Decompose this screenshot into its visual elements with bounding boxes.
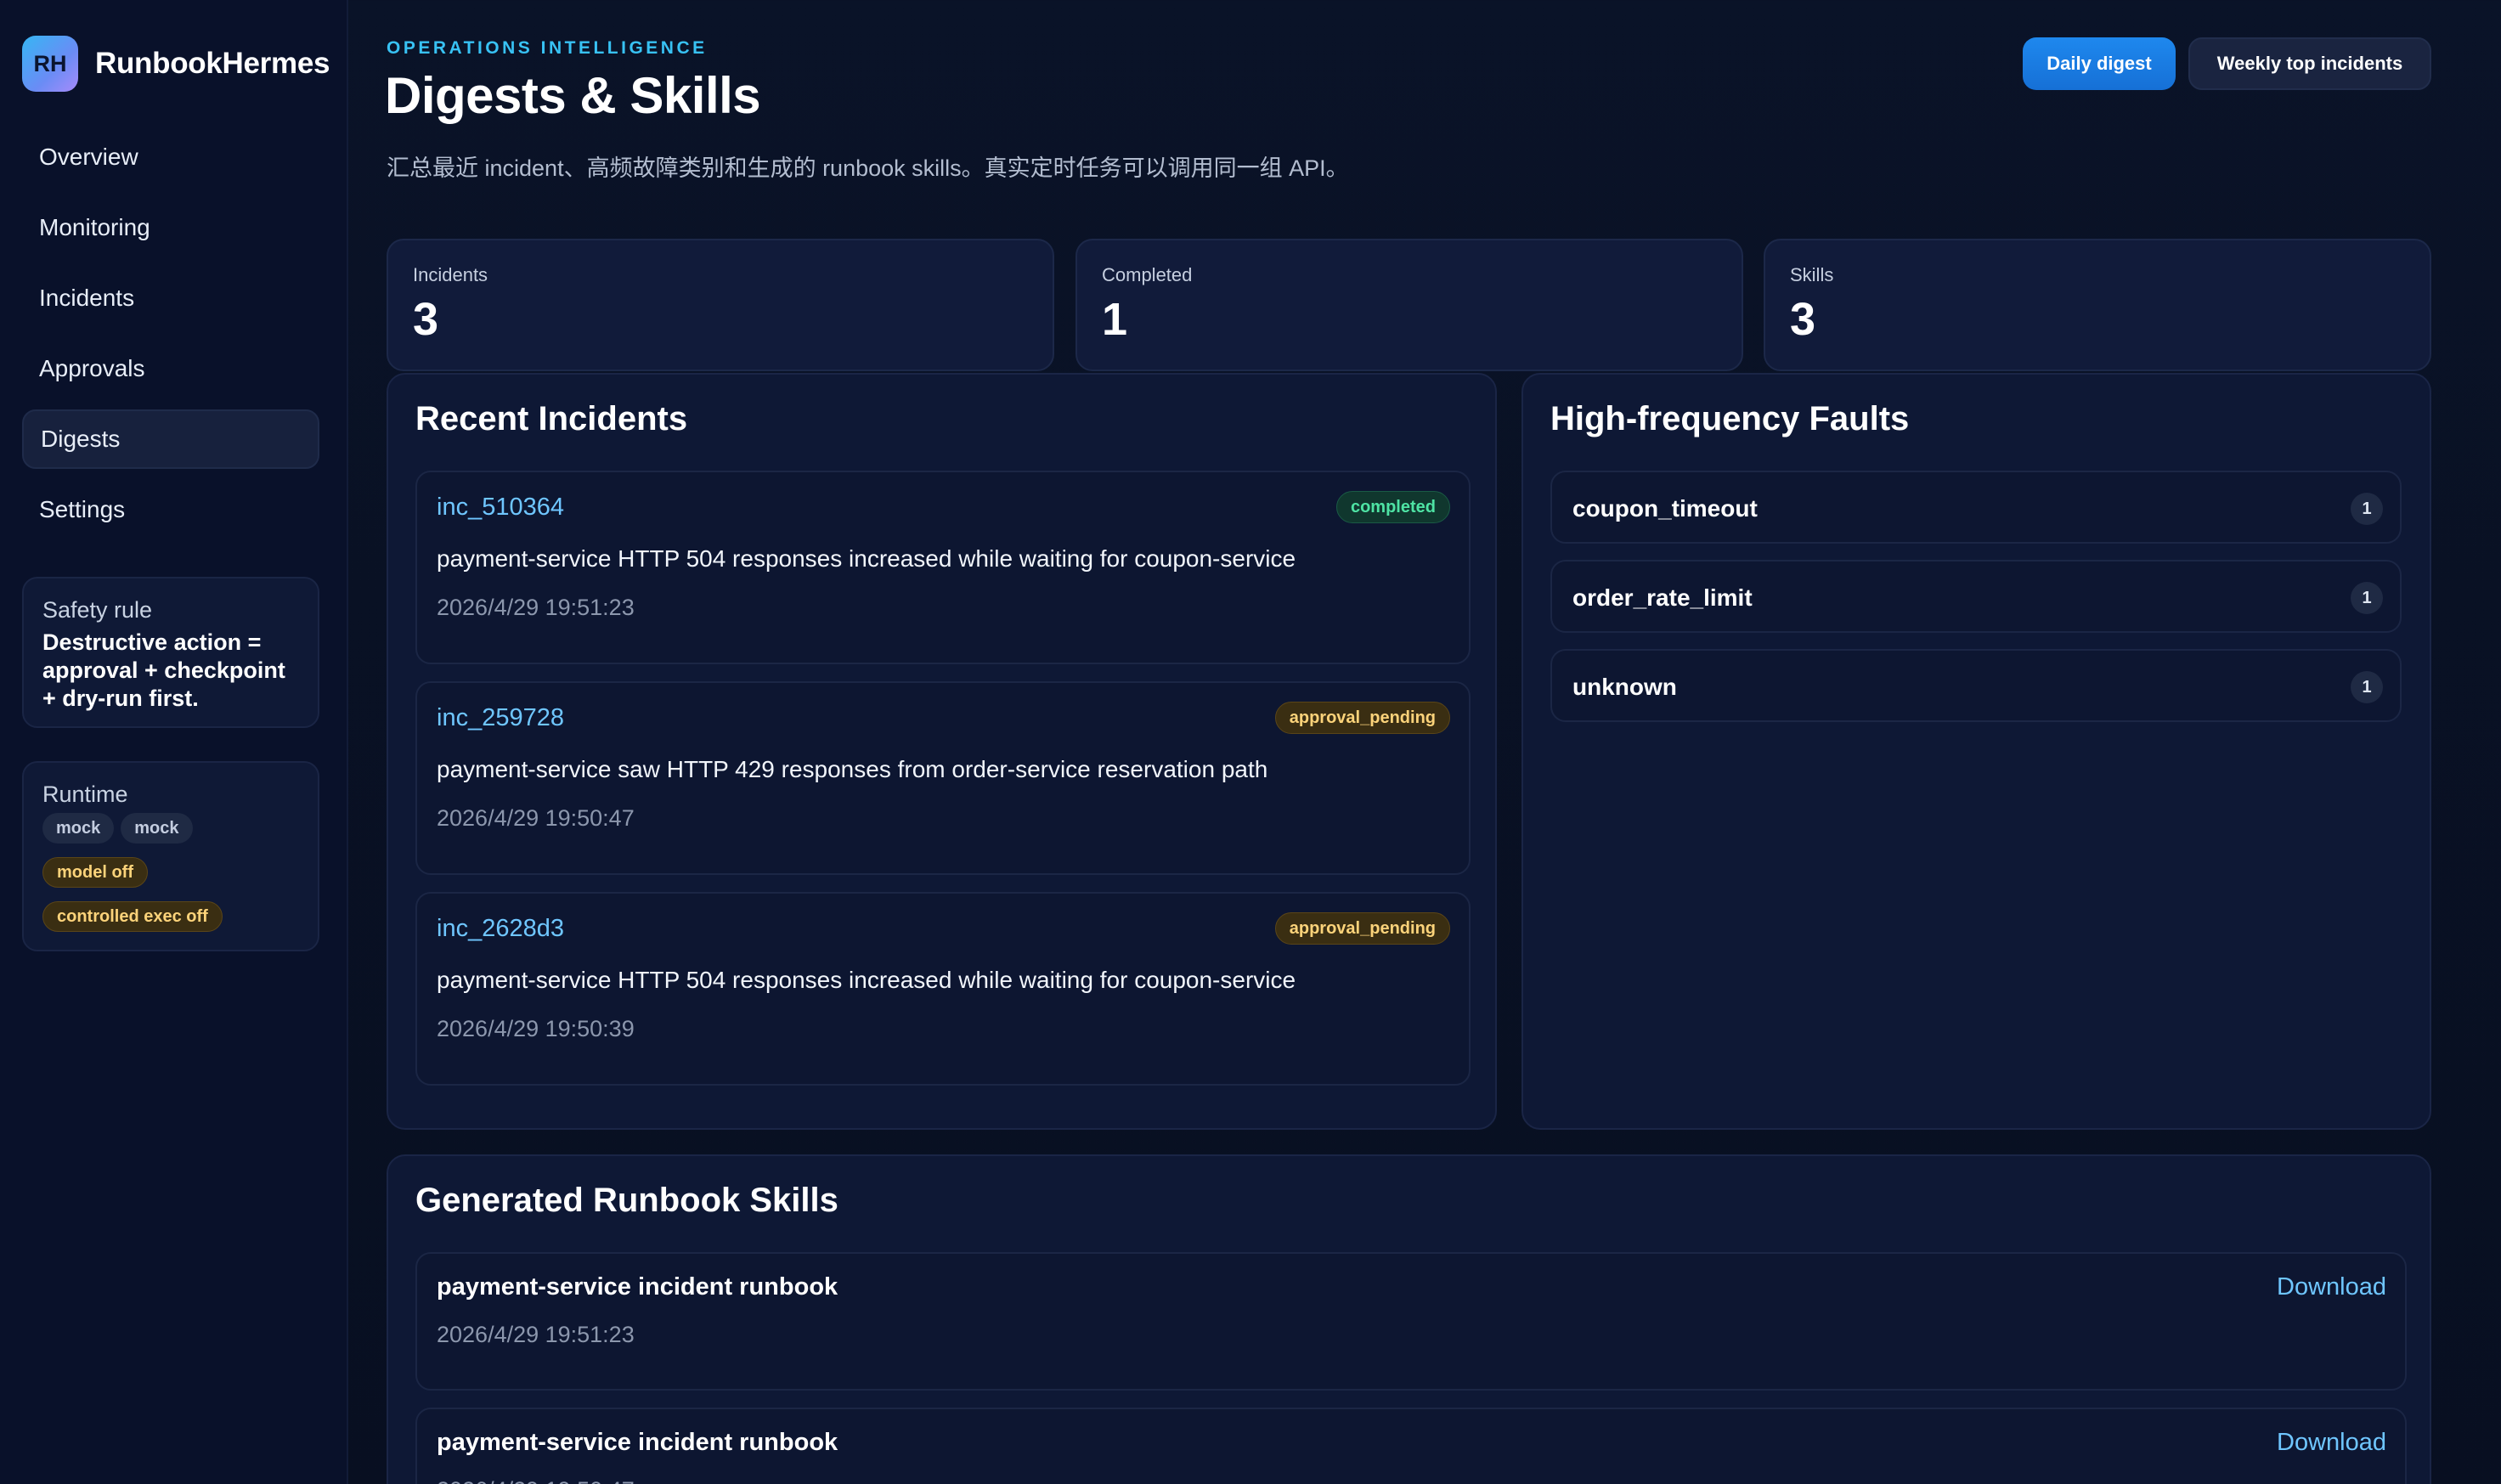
sidebar-item-settings[interactable]: Settings [22,480,319,539]
fault-name: coupon_timeout [1572,495,1758,522]
fault-name: unknown [1572,674,1677,700]
incident-id-link[interactable]: inc_510364 [437,494,564,522]
sidebar-item-incidents[interactable]: Incidents [22,268,319,328]
status-badge: approval_pending [1274,912,1450,945]
fault-row[interactable]: unknown 1 [1550,649,2402,722]
stat-card-skills: Skills 3 [1764,239,2431,371]
status-badge: completed [1335,491,1450,523]
panel-title: Recent Incidents [415,400,688,437]
status-badge: approval_pending [1274,702,1450,734]
stat-value: 3 [1790,294,1816,345]
download-link[interactable]: Download [2277,1429,2386,1457]
runtime-pill-mock: mock [42,813,115,844]
fault-row[interactable]: coupon_timeout 1 [1550,471,2402,544]
stat-card-incidents: Incidents 3 [387,239,1054,371]
weekly-top-incidents-button[interactable]: Weekly top incidents [2188,37,2431,90]
sidebar-item-monitoring[interactable]: Monitoring [22,198,319,257]
recent-incidents-panel: Recent Incidents inc_510364 completed pa… [387,373,1497,1130]
sidebar-item-approvals[interactable]: Approvals [22,339,319,398]
incident-card[interactable]: inc_259728 approval_pending payment-serv… [415,681,1471,875]
safety-rule-card: Safety rule Destructive action = approva… [22,577,319,728]
fault-name: order_rate_limit [1572,584,1753,611]
runtime-pill-row: model off [42,857,299,888]
skill-row: payment-service incident runbook Downloa… [415,1408,2407,1484]
stat-value: 1 [1102,294,1128,345]
sidebar-item-digests[interactable]: Digests [22,409,319,469]
stat-value: 3 [413,294,439,345]
incident-id-link[interactable]: inc_2628d3 [437,915,564,943]
daily-digest-button[interactable]: Daily digest [2023,37,2176,90]
incident-timestamp: 2026/4/29 19:51:23 [437,595,635,620]
incident-id-link[interactable]: inc_259728 [437,704,564,732]
sidebar-nav: Overview Monitoring Incidents Approvals … [22,127,319,550]
page-subtitle: 汇总最近 incident、高频故障类别和生成的 runbook skills。… [387,155,1349,181]
download-link[interactable]: Download [2277,1273,2386,1301]
runtime-pill-row: controlled exec off [42,901,299,932]
safety-rule-text: Destructive action = approval + checkpoi… [42,629,285,711]
brand-logo: RH [22,36,78,92]
fault-count-badge: 1 [2351,582,2383,614]
brand-name: RunbookHermes [95,47,330,80]
skill-name: payment-service incident runbook [437,1429,838,1456]
safety-rule-title: Safety rule [42,597,153,623]
incident-timestamp: 2026/4/29 19:50:47 [437,805,635,831]
generated-skills-panel: Generated Runbook Skills payment-service… [387,1154,2431,1484]
high-frequency-faults-panel: High-frequency Faults coupon_timeout 1 o… [1521,373,2431,1130]
brand[interactable]: RH RunbookHermes [22,36,330,92]
fault-row[interactable]: order_rate_limit 1 [1550,560,2402,633]
incident-description: payment-service HTTP 504 responses incre… [437,545,1296,572]
sidebar: RH RunbookHermes Overview Monitoring Inc… [0,0,348,1484]
stat-label: Skills [1790,264,1834,285]
page-kicker: OPERATIONS INTELLIGENCE [387,38,708,58]
stat-card-completed: Completed 1 [1075,239,1743,371]
runtime-pill-mock: mock [121,813,193,844]
incident-card[interactable]: inc_2628d3 approval_pending payment-serv… [415,892,1471,1086]
runtime-pill-row: mock mock [42,813,299,844]
stat-label: Completed [1102,264,1193,285]
incident-timestamp: 2026/4/29 19:50:39 [437,1016,635,1041]
fault-count-badge: 1 [2351,493,2383,525]
page-title: Digests & Skills [385,67,761,124]
incident-card[interactable]: inc_510364 completed payment-service HTT… [415,471,1471,664]
runtime-pill-model: model off [42,857,148,888]
runtime-title: Runtime [42,781,128,807]
panel-title: High-frequency Faults [1550,400,1910,437]
runtime-card: Runtime mock mock model off controlled e… [22,761,319,951]
skill-name: payment-service incident runbook [437,1273,838,1301]
sidebar-item-overview[interactable]: Overview [22,127,319,187]
panel-title: Generated Runbook Skills [415,1182,838,1219]
stat-label: Incidents [413,264,488,285]
runtime-pill-exec: controlled exec off [42,901,223,932]
skill-row: payment-service incident runbook Downloa… [415,1252,2407,1391]
skill-timestamp: 2026/4/29 19:51:23 [437,1322,635,1347]
skill-timestamp: 2026/4/29 19:50:47 [437,1477,635,1484]
incident-description: payment-service HTTP 504 responses incre… [437,967,1296,993]
incident-description: payment-service saw HTTP 429 responses f… [437,756,1268,782]
fault-count-badge: 1 [2351,671,2383,703]
